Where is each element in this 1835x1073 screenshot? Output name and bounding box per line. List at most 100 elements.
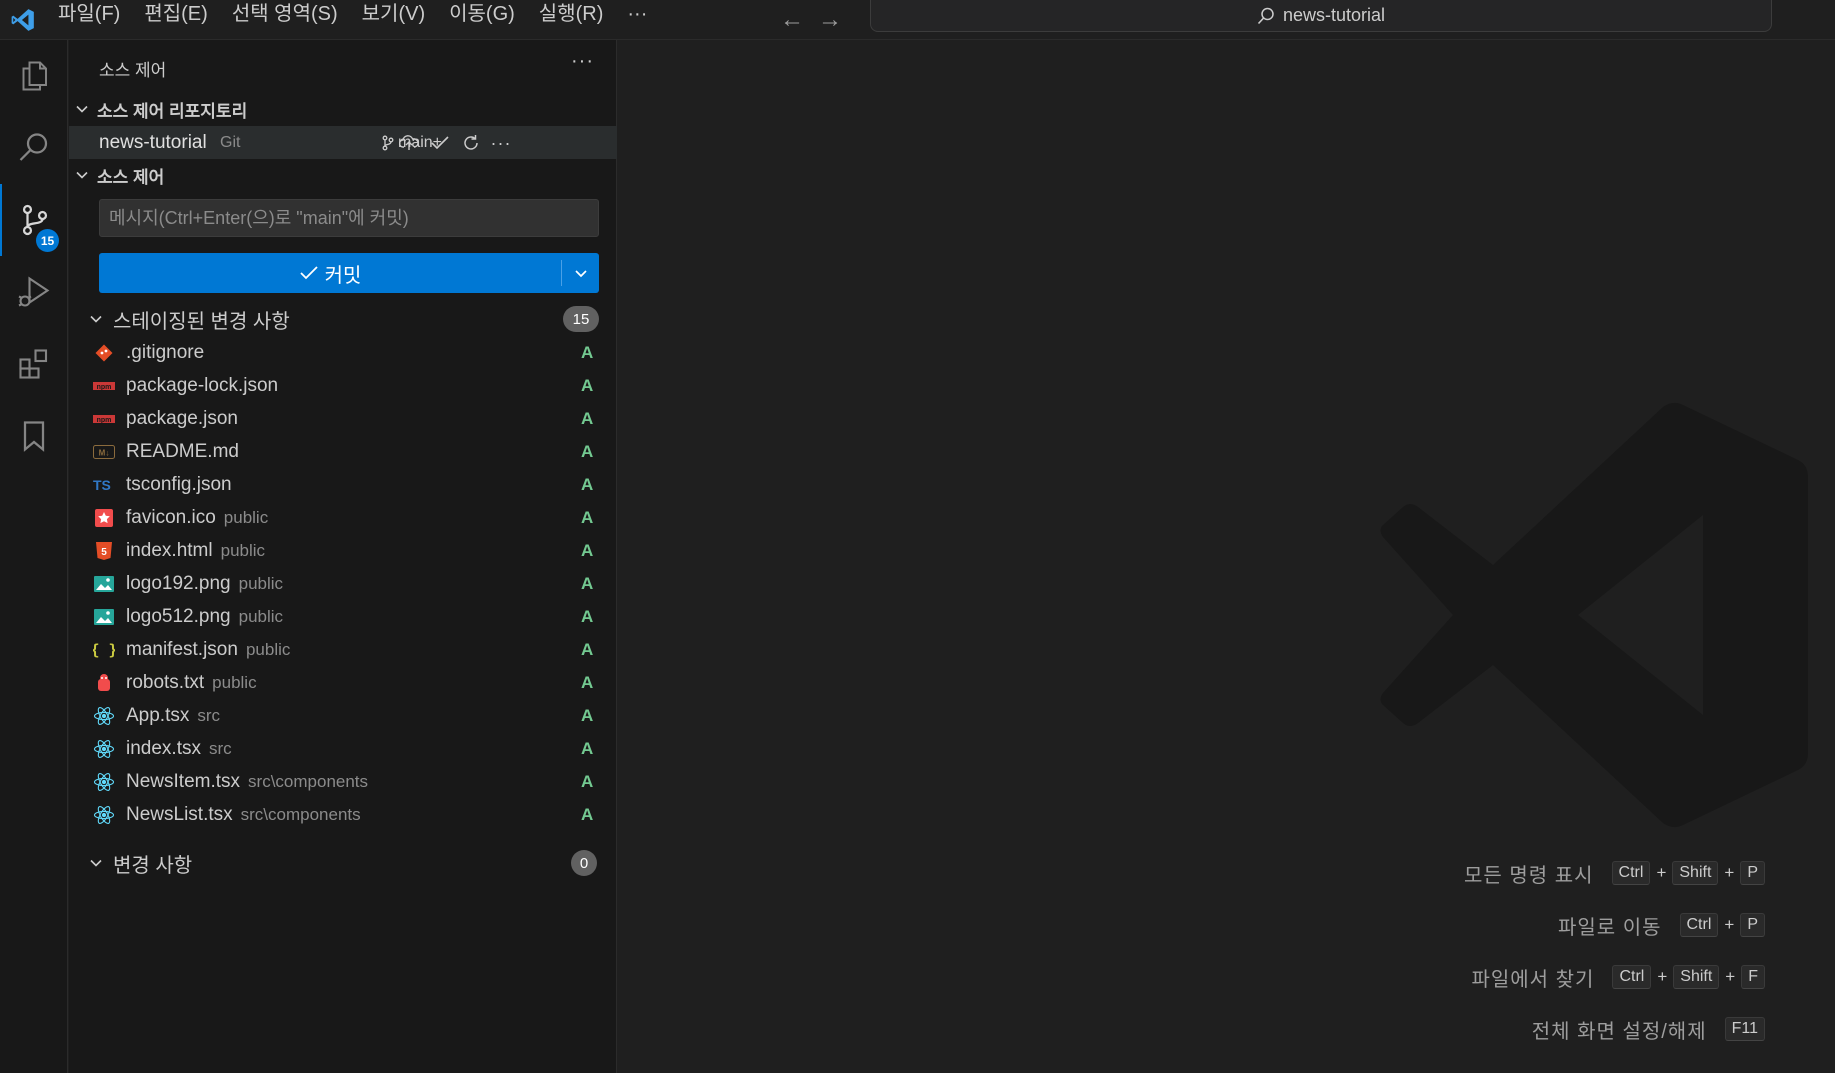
run-debug-icon[interactable] xyxy=(0,256,68,328)
staged-file-item[interactable]: favicon.ico public A xyxy=(69,501,617,534)
staged-file-item[interactable]: M↓ README.md A xyxy=(69,435,617,468)
shortcut-key: Ctrl xyxy=(1611,861,1651,885)
explorer-icon[interactable] xyxy=(0,40,68,112)
chevron-down-icon xyxy=(90,859,102,867)
react-icon xyxy=(93,771,115,793)
file-directory: src\components xyxy=(240,804,361,824)
staged-file-item[interactable]: { } manifest.json public A xyxy=(69,633,617,666)
source-control-sidebar: 소스 제어 ··· 소스 제어 리포지토리 news-tutorial Git … xyxy=(69,40,617,1073)
file-name: App.tsx src xyxy=(126,705,220,727)
menu-item[interactable]: 파일(F) xyxy=(46,0,132,40)
file-directory: public xyxy=(220,540,266,560)
repository-more-button[interactable]: ··· xyxy=(489,131,513,155)
chevron-down-icon xyxy=(574,270,587,278)
staged-file-item[interactable]: NewsList.tsx src\components A xyxy=(69,798,617,831)
activity-bar: 15 xyxy=(0,40,68,1073)
bookmark-icon[interactable] xyxy=(0,400,68,472)
file-directory: src xyxy=(197,705,221,725)
shortcut-key: P xyxy=(1740,861,1765,885)
staged-file-item[interactable]: index.tsx src A xyxy=(69,732,617,765)
file-name-text: index.html xyxy=(126,539,213,561)
staged-file-item[interactable]: logo192.png public A xyxy=(69,567,617,600)
svg-text:5: 5 xyxy=(101,547,107,558)
extensions-icon[interactable] xyxy=(0,328,68,400)
menu-item[interactable]: 선택 영역(S) xyxy=(220,0,350,40)
changes-count-badge: 0 xyxy=(571,850,597,876)
source-control-section-header[interactable]: 소스 제어 xyxy=(75,160,164,190)
vscode-watermark-icon xyxy=(1380,402,1808,828)
staged-file-item[interactable]: 5 index.html public A xyxy=(69,534,617,567)
staged-file-item[interactable]: App.tsx src A xyxy=(69,699,617,732)
file-status-added: A xyxy=(581,441,594,461)
menu-bar: 파일(F) 편집(E) 선택 영역(S) 보기(V) 이동(G) 실행(R) ··· xyxy=(46,0,659,40)
branch-icon xyxy=(382,135,394,150)
menu-item[interactable]: 실행(R) xyxy=(527,0,616,40)
staged-file-item[interactable]: NewsItem.tsx src\components A xyxy=(69,765,617,798)
file-name: manifest.json public xyxy=(126,639,290,661)
repositories-section-header[interactable]: 소스 제어 리포지토리 xyxy=(75,94,247,124)
menu-item[interactable]: 보기(V) xyxy=(350,0,437,40)
refresh-icon[interactable] xyxy=(459,131,483,155)
react-icon xyxy=(93,738,115,760)
staged-file-item[interactable]: npm package-lock.json A xyxy=(69,369,617,402)
command-center-text: news-tutorial xyxy=(1282,5,1386,25)
file-name: README.md xyxy=(126,441,239,463)
back-arrow-icon[interactable]: ← xyxy=(780,6,804,34)
file-name-text: package-lock.json xyxy=(126,374,279,396)
staged-file-item[interactable]: npm package.json A xyxy=(69,402,617,435)
file-status-added: A xyxy=(581,639,594,659)
file-name-text: package.json xyxy=(126,407,238,429)
staged-file-item[interactable]: logo512.png public A xyxy=(69,600,617,633)
title-bar: 파일(F) 편집(E) 선택 영역(S) 보기(V) 이동(G) 실행(R) ··· ← →… xyxy=(0,0,1835,40)
menu-item[interactable]: 편집(E) xyxy=(132,0,219,40)
search-view-icon[interactable] xyxy=(0,112,68,184)
file-name: logo192.png public xyxy=(126,573,283,595)
image-icon xyxy=(93,573,115,595)
file-name: .gitignore xyxy=(126,342,204,364)
file-name: robots.txt public xyxy=(126,672,257,694)
file-name-text: .gitignore xyxy=(126,341,205,363)
plus-sign: + xyxy=(1656,863,1667,882)
menu-item[interactable]: 이동(G) xyxy=(437,0,527,40)
plus-sign: + xyxy=(1657,967,1668,986)
changes-header[interactable]: 변경 사항 xyxy=(89,847,192,879)
command-center-search[interactable]: news-tutorial xyxy=(870,0,1772,32)
editor-area: 모든 명령 표시 Ctrl + Shift + P 파일로 이동 Ctrl + P 파일에서 찾기 C… xyxy=(618,40,1835,1073)
file-status-added: A xyxy=(581,573,594,593)
commit-dropdown-button[interactable] xyxy=(562,253,599,293)
source-control-section-label: 소스 제어 xyxy=(97,167,165,187)
react-icon xyxy=(93,804,115,826)
sidebar-title: 소스 제어 xyxy=(99,61,167,80)
file-name: NewsList.tsx src\components xyxy=(126,804,361,826)
staged-file-item[interactable]: TS tsconfig.json A xyxy=(69,468,617,501)
source-control-icon[interactable]: 15 xyxy=(0,184,68,256)
commit-check-icon[interactable] xyxy=(428,131,452,155)
file-status-added: A xyxy=(581,342,594,362)
npm-icon: npm xyxy=(93,375,115,397)
vscode-logo-icon xyxy=(0,0,46,40)
shortcut-key: F xyxy=(1741,965,1765,989)
forward-arrow-icon[interactable]: → xyxy=(818,6,842,34)
favicon-icon xyxy=(93,507,115,529)
plus-sign: + xyxy=(1724,863,1735,882)
sidebar-more-button[interactable]: ··· xyxy=(571,50,594,73)
repository-name: news-tutorial xyxy=(99,131,207,153)
staged-file-item[interactable]: robots.txt public A xyxy=(69,666,617,699)
commit-button[interactable]: 커밋 xyxy=(99,253,599,293)
repository-row[interactable]: news-tutorial Git main+ ··· xyxy=(69,126,617,159)
file-status-added: A xyxy=(581,375,594,395)
file-name: package.json xyxy=(126,408,238,430)
staged-file-item[interactable]: .gitignore A xyxy=(69,336,617,369)
shortcut-row: 전체 화면 설정/해제 F11 xyxy=(1464,1014,1765,1044)
commit-main-button[interactable]: 커밋 xyxy=(99,253,561,293)
commit-message-input[interactable] xyxy=(99,199,599,237)
shortcut-key: Shift xyxy=(1673,965,1720,989)
svg-text:M↓: M↓ xyxy=(99,448,110,457)
shortcut-key: Ctrl xyxy=(1679,913,1719,937)
staged-changes-header[interactable]: 스테이징된 변경 사항 xyxy=(89,303,290,335)
file-status-added: A xyxy=(581,738,594,758)
publish-cloud-icon[interactable] xyxy=(397,131,421,155)
shortcut-row: 파일로 이동 Ctrl + P xyxy=(1464,910,1765,940)
shortcut-label: 파일로 이동 xyxy=(1557,916,1662,939)
menu-item[interactable]: ··· xyxy=(615,0,659,40)
